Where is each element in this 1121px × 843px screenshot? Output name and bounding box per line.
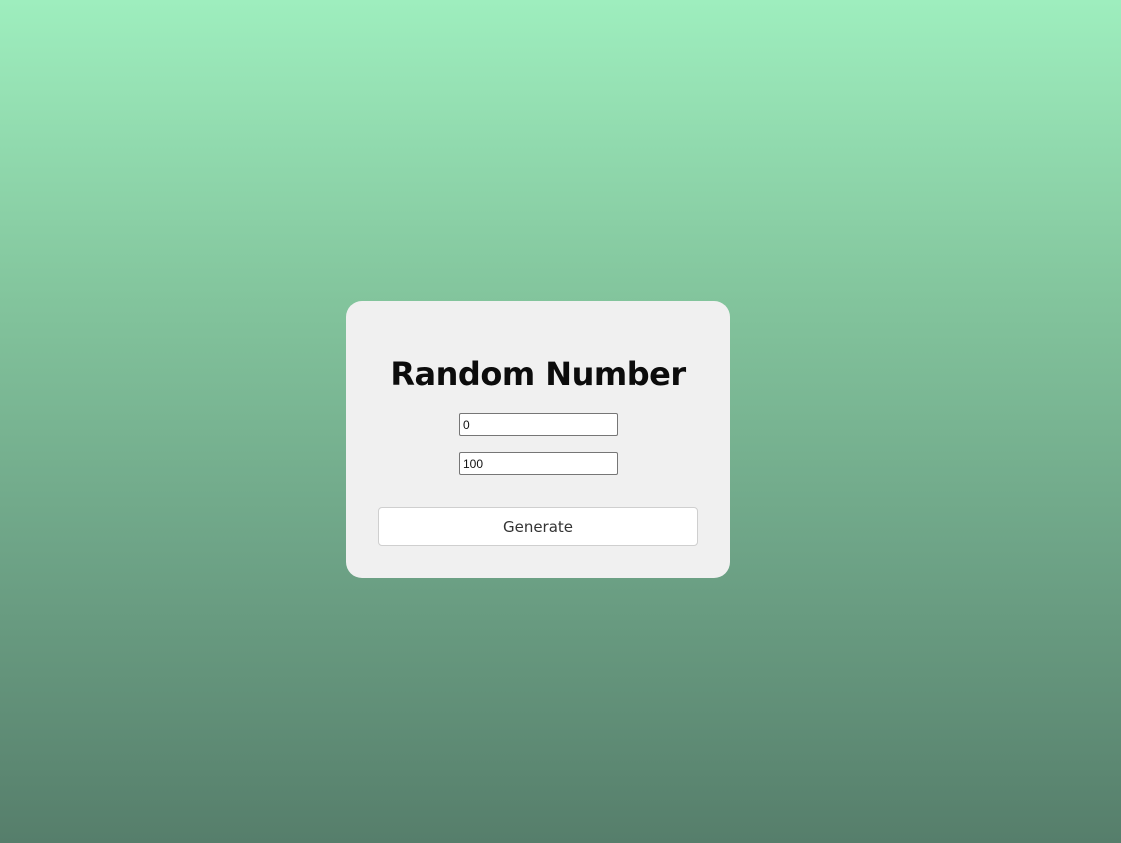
random-number-card: Random Number Generate xyxy=(346,301,730,578)
page-title: Random Number xyxy=(390,355,686,393)
generate-button[interactable]: Generate xyxy=(378,507,698,546)
page-background: { "card": { "title": "Random Number", "m… xyxy=(0,0,1121,843)
min-number-input[interactable] xyxy=(459,413,618,436)
max-number-input[interactable] xyxy=(459,452,618,475)
